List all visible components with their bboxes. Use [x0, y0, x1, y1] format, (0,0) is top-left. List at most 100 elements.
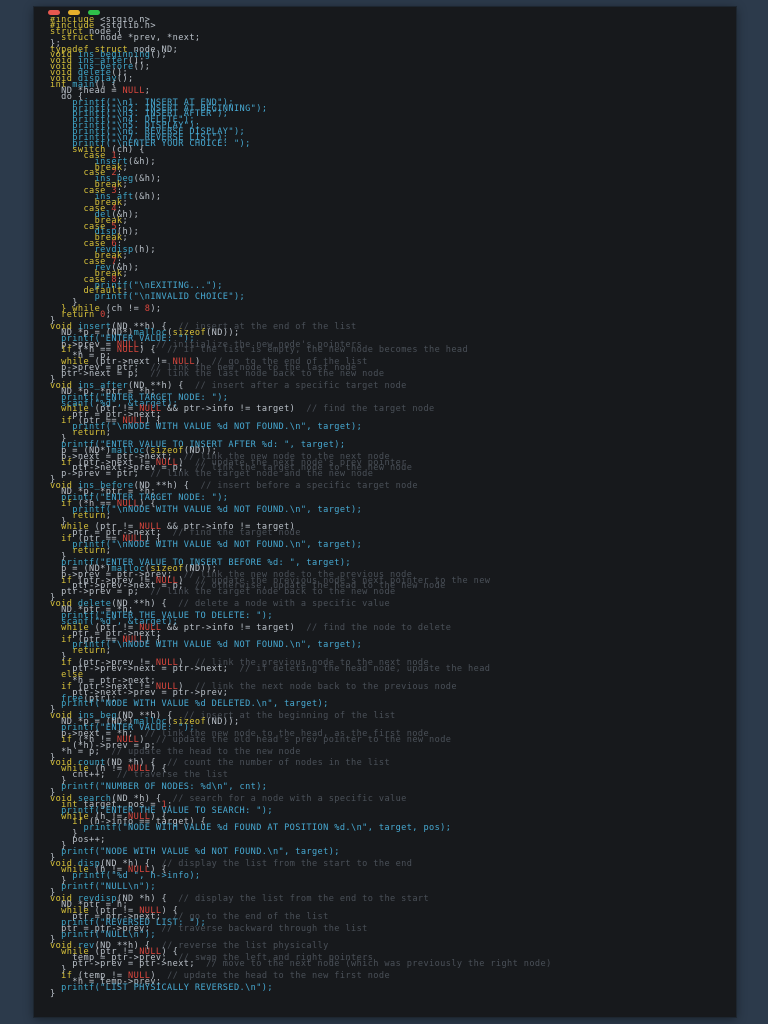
code-line: printf("LIST PHYSICALLY REVERSED.\n");: [50, 982, 273, 993]
code-token: // delete a node with a specific value: [167, 599, 391, 610]
code-token: ();: [133, 62, 151, 73]
code-token: }: [50, 988, 56, 999]
code-token: && ptr->info != target): [161, 404, 296, 415]
code-line: }: [50, 988, 56, 999]
code-view[interactable]: #include <stdio.h> #include <stdlib.h> str…: [34, 17, 736, 1017]
code-token: printf: [50, 929, 95, 940]
code-line: printf("NODE WITH VALUE %d DELETED.\n", …: [50, 699, 329, 710]
code-token: printf: [50, 982, 95, 993]
code-token: // link the target node and the new node: [139, 469, 374, 480]
code-token: // find the target node: [161, 528, 301, 539]
minimize-button[interactable]: [68, 10, 80, 15]
code-token: printf: [50, 846, 95, 857]
code-token: ;: [122, 162, 129, 173]
code-token: // if the list is empty, the new node be…: [155, 345, 469, 356]
code-token: // find the node to delete: [295, 622, 452, 633]
editor-window: #include <stdio.h> #include <stdlib.h> str…: [34, 7, 736, 1017]
code-token: ("NUMBER OF NODES: %d\n", cnt);: [94, 782, 268, 792]
code-token: (h);: [133, 245, 156, 256]
code-line: printf("NULL\n");: [50, 882, 156, 893]
code-token: ("%d ", h->info);: [105, 870, 201, 881]
code-token: NULL: [122, 85, 145, 96]
code-token: printf: [50, 882, 95, 893]
code-token: printf: [50, 699, 95, 710]
code-token: && ptr->info != target): [161, 622, 296, 633]
code-token: ptr->prev = ptr->next;: [50, 959, 195, 969]
code-token: ;: [122, 180, 129, 191]
code-token: (ND));: [206, 717, 240, 728]
code-token: // if deleting the head node, update the…: [228, 664, 491, 674]
code-token: // display the list from the start to th…: [150, 858, 413, 869]
code-token: ();: [116, 74, 134, 84]
code-token: ;: [122, 251, 129, 261]
code-token: // insert before a specific target node: [189, 481, 418, 492]
code-token: ;: [105, 428, 112, 438]
code-line: printf("NUMBER OF NODES: %d\n", cnt);: [50, 782, 268, 792]
code-token: // find the target node: [295, 404, 435, 415]
close-button[interactable]: [48, 10, 60, 15]
code-token: =: [105, 85, 123, 96]
code-token: // update the head to the new node: [100, 746, 301, 757]
code-token: // count the number of nodes in the list: [155, 758, 391, 769]
code-line: cnt++; // traverse the list: [50, 770, 229, 781]
code-token: (ND));: [206, 327, 240, 338]
code-line: if (*h == NULL) { // if the list is empt…: [50, 345, 469, 356]
code-token: ("\nNODE WITH VALUE %d NOT FOUND.\n", ta…: [105, 504, 363, 515]
code-token: ;: [105, 546, 112, 556]
code-line: struct node *prev, *next;: [50, 32, 201, 43]
code-token: p->prev = ptr;: [50, 469, 140, 480]
code-line: printf("NODE WITH VALUE %d NOT FOUND.\n"…: [50, 846, 340, 857]
code-token: // link the target node back to the new …: [139, 587, 396, 598]
code-token: ();: [150, 50, 168, 61]
code-token: ;: [144, 85, 151, 96]
code-token: // move to the next node (which was prev…: [194, 959, 552, 969]
code-token: head: [83, 85, 106, 96]
code-token: return: [50, 310, 101, 320]
code-token: // traverse the list: [105, 770, 229, 781]
maximize-button[interactable]: [88, 10, 100, 15]
code-token: (ch !=: [105, 304, 145, 315]
code-token: // update the old head's prev pointer to…: [144, 734, 452, 745]
code-token: // insert after a specific target node: [183, 380, 407, 391]
code-token: ptr->prev = p;: [50, 587, 140, 598]
code-line: ptr->prev = p; // link the target node b…: [50, 587, 396, 598]
code-line: p->prev = ptr; // link the target node a…: [50, 469, 374, 480]
code-token: (&h);: [133, 192, 162, 202]
code-token: ) {: [139, 345, 156, 356]
code-line: ptr->prev->next = ptr->next; // if delet…: [50, 664, 491, 674]
code-token: ("NODE WITH VALUE %d NOT FOUND.\n", targ…: [94, 846, 340, 857]
code-line: ptr->next = p; // link the last node bac…: [50, 369, 385, 379]
code-token: ("NULL\n");: [94, 882, 156, 893]
code-token: ("NODE WITH VALUE %d DELETED.\n", target…: [94, 699, 329, 710]
code-token: // search for a node with a specific val…: [161, 793, 407, 804]
code-token: ;: [122, 215, 129, 226]
code-token: NULL: [116, 345, 140, 356]
code-token: );: [150, 304, 162, 315]
code-token: ;: [122, 197, 129, 208]
code-token: ptr->next = p;: [50, 369, 140, 379]
code-token: // link the last node back to the new no…: [139, 369, 385, 379]
code-token: node *prev, *next;: [100, 32, 201, 43]
code-line: ptr->prev = ptr->next; // move to the ne…: [50, 959, 552, 969]
code-token: ;: [122, 268, 129, 279]
code-token: ("NODE WITH VALUE %d FOUND AT POSITION %…: [116, 823, 452, 834]
code-line: printf("%d ", h->info);: [50, 870, 201, 881]
code-token: ("\nINVALID CHOICE");: [128, 292, 246, 303]
code-token: ;: [122, 233, 129, 244]
code-token: // display the list from the end to the …: [167, 894, 430, 905]
code-token: ("\nEXITING...");: [128, 280, 223, 291]
code-token: ("\nNODE WITH VALUE %d NOT FOUND.\n", ta…: [105, 540, 363, 551]
code-line: printf("\nINVALID CHOICE");: [50, 292, 246, 303]
code-token: ;: [105, 646, 112, 657]
code-line: return 0;: [50, 310, 111, 320]
code-token: // update the head to the new first node: [155, 970, 391, 981]
code-token: printf: [50, 782, 95, 792]
code-token: ;: [105, 510, 112, 521]
code-token: ("\nNODE WITH VALUE %d NOT FOUND.\n", ta…: [105, 422, 363, 433]
code-line: printf("NODE WITH VALUE %d FOUND AT POSI…: [50, 823, 452, 834]
code-token: // traverse backward through the list: [150, 923, 368, 934]
code-line: *h = p; // update the head to the new no…: [50, 746, 301, 757]
code-token: (&h);: [133, 174, 162, 185]
code-token: *h = p;: [50, 746, 101, 757]
code-token: ("LIST PHYSICALLY REVERSED.\n");: [94, 982, 273, 993]
